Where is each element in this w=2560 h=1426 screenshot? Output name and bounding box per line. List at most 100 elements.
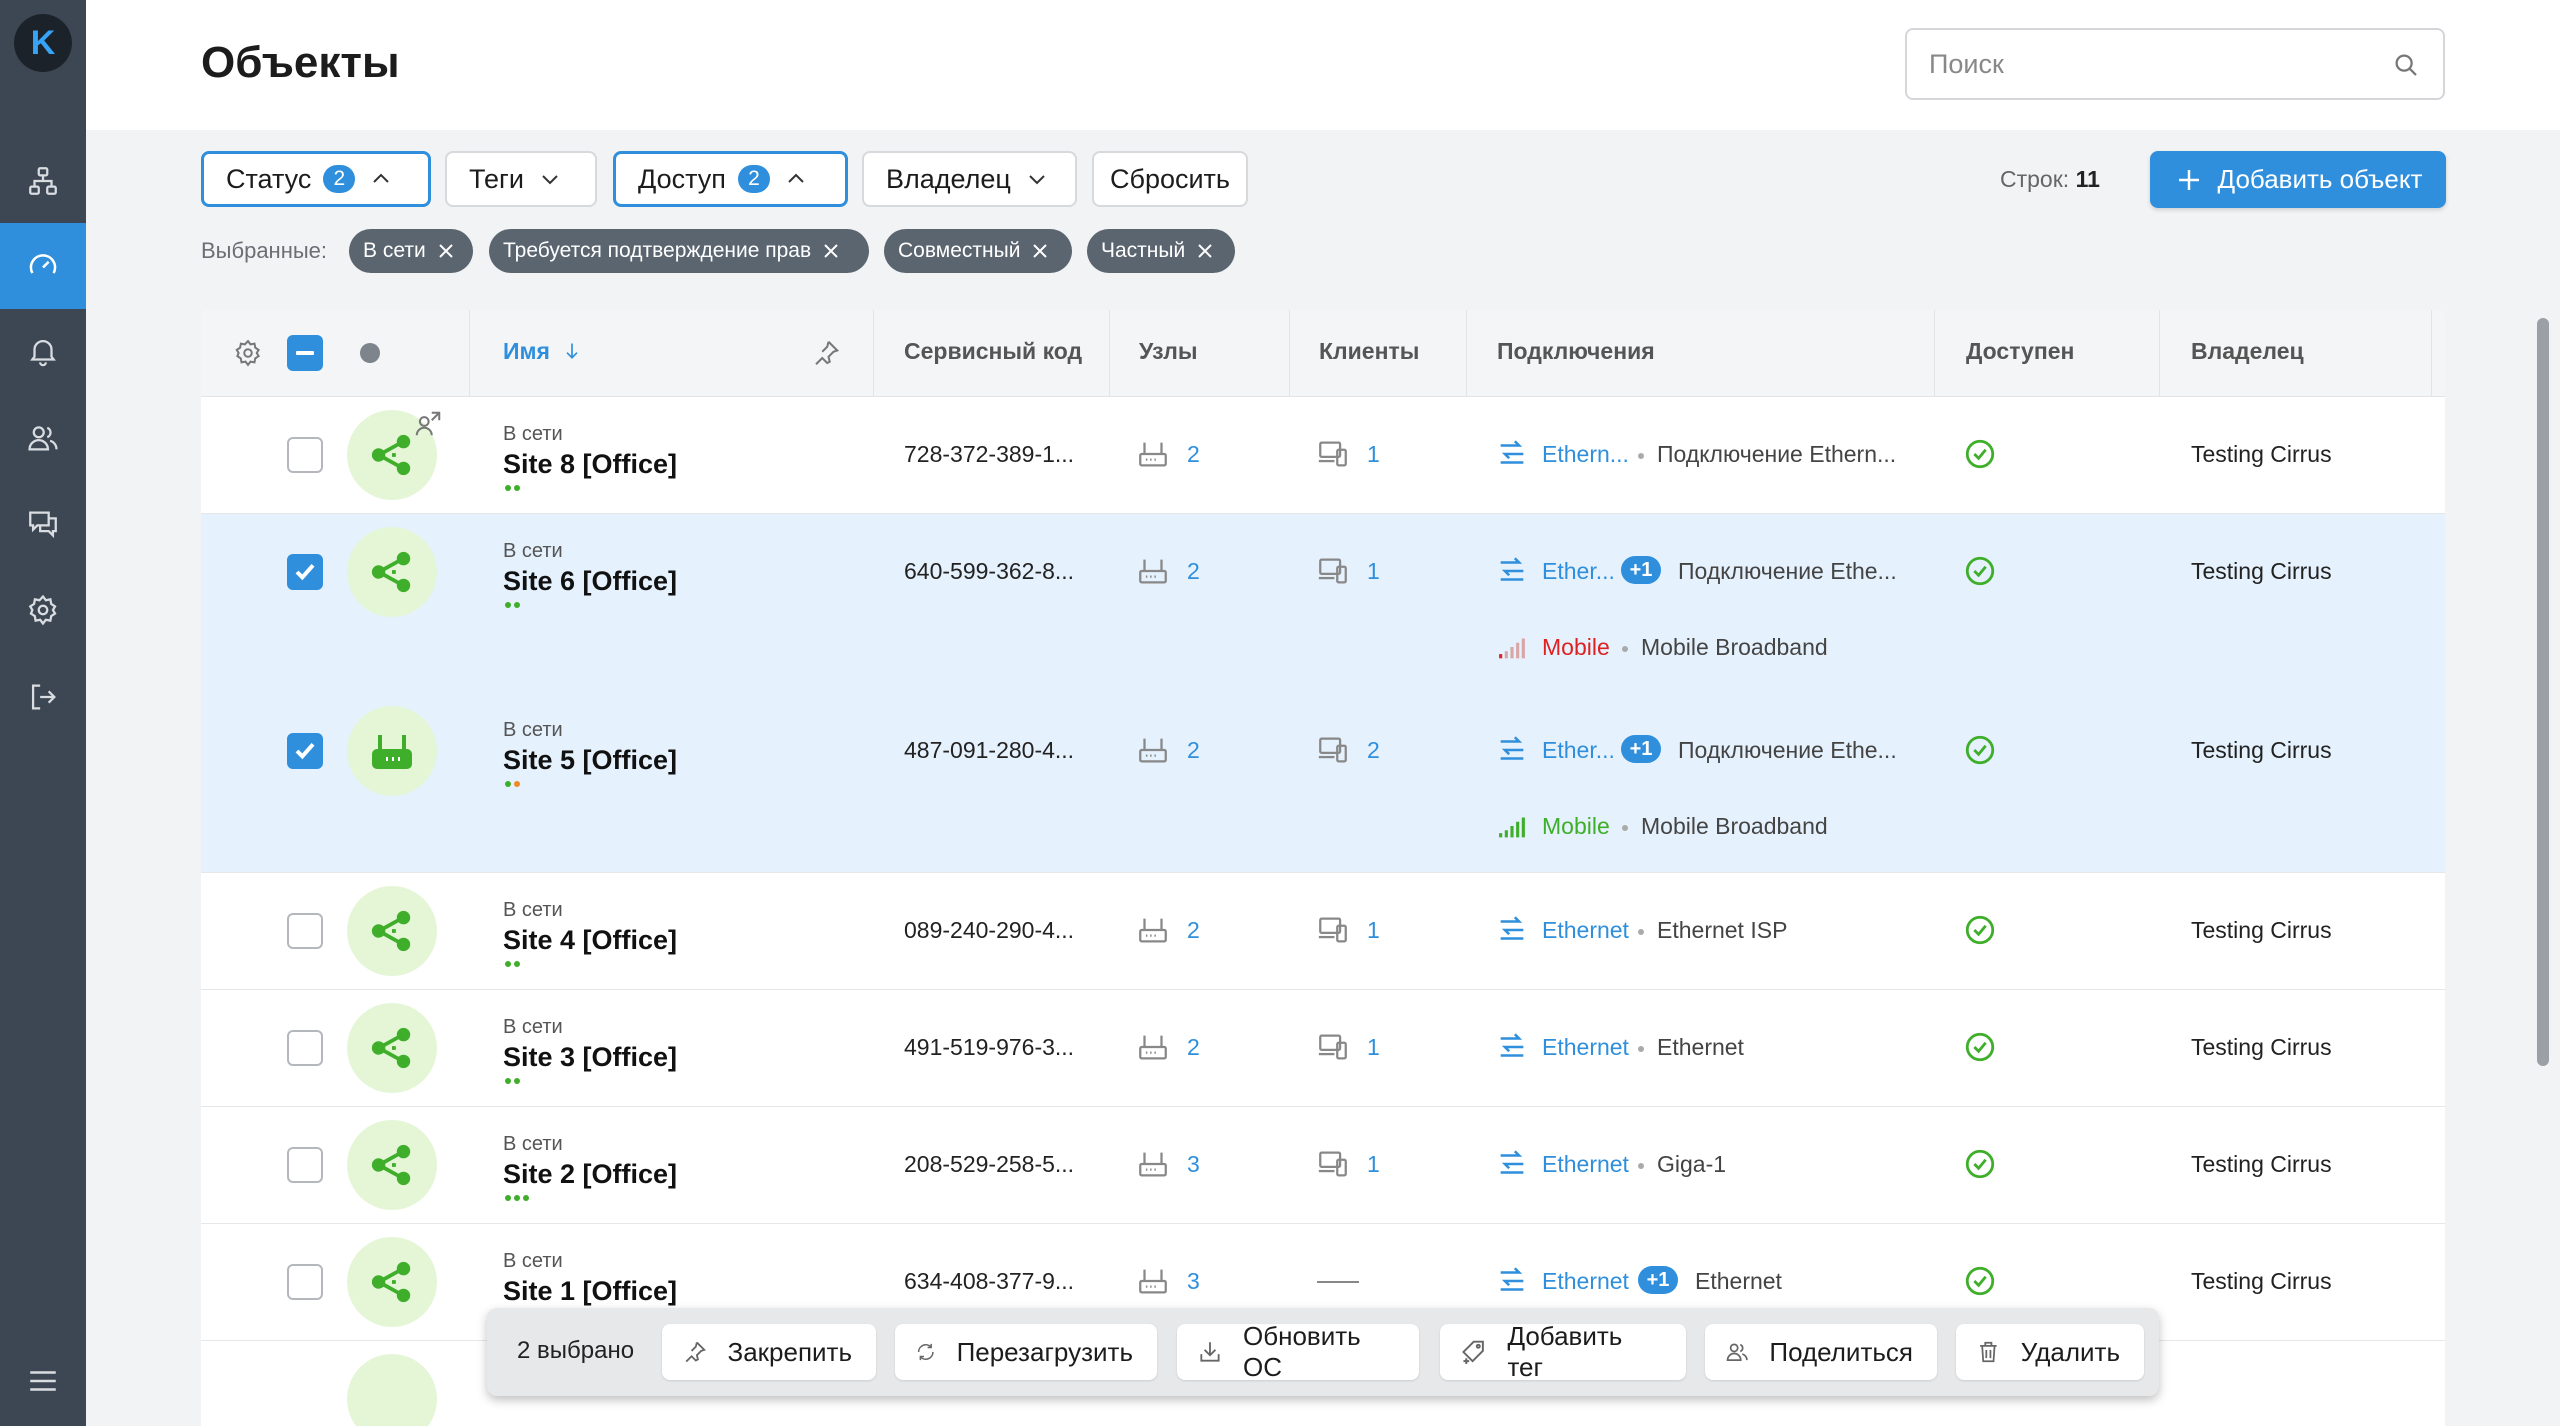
row-clients-count[interactable]: 1 (1367, 1151, 1380, 1178)
close-icon[interactable] (1028, 239, 1052, 263)
add-tag-button[interactable]: Добавить тег (1440, 1321, 1686, 1382)
nav-messages[interactable] (0, 481, 86, 567)
row-site-name[interactable]: Site 4 [Office] (503, 925, 677, 956)
nav-menu[interactable] (0, 1338, 86, 1424)
nav-users[interactable] (0, 395, 86, 481)
row-checkbox[interactable] (287, 1264, 323, 1300)
row-connection-type[interactable]: Ether... (1542, 558, 1615, 585)
close-icon[interactable] (1193, 239, 1217, 263)
row-nodes-count[interactable]: 2 (1187, 737, 1200, 764)
gear-icon[interactable] (233, 338, 263, 368)
site-network-icon (371, 1027, 411, 1069)
more-connections-badge[interactable]: +1 (1638, 1266, 1678, 1294)
column-owner[interactable]: Владелец (2191, 338, 2304, 365)
pin-button[interactable]: Закрепить (662, 1324, 876, 1380)
row-service-code: 089-240-290-4... (904, 917, 1075, 943)
nav-dashboard[interactable] (0, 223, 86, 309)
row-clients-count[interactable]: 1 (1367, 441, 1380, 468)
column-connections[interactable]: Подключения (1497, 338, 1655, 365)
row-status: В сети (503, 1133, 563, 1155)
nav-topology[interactable] (0, 138, 86, 224)
row-nodes-count[interactable]: 2 (1187, 917, 1200, 944)
filter-access[interactable]: Доступ 2 (613, 151, 848, 207)
row-site-name[interactable]: Site 6 [Office] (503, 566, 677, 597)
row-site-name[interactable]: Site 8 [Office] (503, 449, 677, 480)
share-button-label: Поделиться (1769, 1336, 1913, 1367)
row-connection-type[interactable]: Ethernet (1542, 1268, 1629, 1295)
row-nodes-count[interactable]: 3 (1187, 1268, 1200, 1295)
column-nodes[interactable]: Узлы (1139, 338, 1198, 365)
delete-button[interactable]: Удалить (1956, 1324, 2144, 1380)
row-checkbox[interactable] (287, 437, 323, 473)
row-checkbox[interactable] (287, 1030, 323, 1066)
row-checkbox[interactable] (287, 913, 323, 949)
row-checkbox[interactable] (287, 733, 323, 769)
table-row[interactable]: В сети Site 4 [Office] 089-240-290-4... … (201, 873, 2445, 990)
row-site-name[interactable]: Site 5 [Office] (503, 745, 677, 776)
node-dot (514, 602, 520, 608)
pin-icon[interactable] (811, 338, 841, 368)
delete-button-label: Удалить (2020, 1336, 2120, 1367)
column-available[interactable]: Доступен (1966, 338, 2074, 365)
row-clients-count[interactable]: 1 (1367, 917, 1380, 944)
row-connection-type[interactable]: Ethernet (1542, 917, 1629, 944)
selected-tag-label: В сети (363, 239, 426, 262)
objects-table: Имя Сервисный код Узлы Клиенты Подключен… (201, 310, 2445, 1426)
search-input[interactable] (1927, 48, 2371, 81)
row-site-name[interactable]: Site 2 [Office] (503, 1159, 677, 1190)
row-clients-count[interactable]: 1 (1367, 558, 1380, 585)
arrow-down-icon (566, 343, 578, 359)
more-connections-badge[interactable]: +1 (1621, 556, 1661, 584)
row-nodes-count[interactable]: 2 (1187, 558, 1200, 585)
row-clients-count[interactable]: 1 (1367, 1034, 1380, 1061)
select-all-checkbox[interactable] (287, 335, 323, 371)
search-icon[interactable] (2391, 50, 2421, 80)
table-row[interactable]: В сети Site 3 [Office] 491-519-976-3... … (201, 990, 2445, 1107)
row-nodes-count[interactable]: 2 (1187, 441, 1200, 468)
row-connection-type[interactable]: Ethern... (1542, 441, 1629, 468)
filter-status-label: Статус (226, 163, 312, 194)
row-connection-name: Giga-1 (1657, 1151, 1727, 1177)
row-status: В сети (503, 1016, 563, 1038)
update-os-button[interactable]: Обновить ОС (1177, 1321, 1419, 1382)
table-row[interactable]: В сети Site 6 [Office] 640-599-362-8... … (201, 514, 2445, 693)
nav-settings[interactable] (0, 567, 86, 653)
filter-status[interactable]: Статус 2 (201, 151, 431, 207)
row-site-name[interactable]: Site 3 [Office] (503, 1042, 677, 1073)
close-icon[interactable] (434, 239, 458, 263)
column-clients[interactable]: Клиенты (1319, 338, 1419, 365)
filter-owner[interactable]: Владелец (862, 151, 1077, 207)
nav-logout[interactable] (0, 654, 86, 740)
row-connection-type-2[interactable]: Mobile (1542, 634, 1610, 661)
share-button[interactable]: Поделиться (1705, 1324, 1937, 1380)
row-checkbox[interactable] (287, 1147, 323, 1183)
router-device-icon (372, 735, 412, 769)
ethernet-icon (1500, 1150, 1524, 1174)
filter-tags[interactable]: Теги (445, 151, 597, 207)
row-nodes-count[interactable]: 2 (1187, 1034, 1200, 1061)
search-box[interactable] (1905, 28, 2445, 100)
reboot-button[interactable]: Перезагрузить (895, 1324, 1157, 1380)
row-connection-type[interactable]: Ethernet (1542, 1034, 1629, 1061)
table-row[interactable]: В сети Site 2 [Office] 208-529-258-5... … (201, 1107, 2445, 1224)
more-connections-badge[interactable]: +1 (1621, 735, 1661, 763)
reset-button[interactable]: Сбросить (1092, 151, 1248, 207)
add-object-button[interactable]: Добавить объект (2150, 151, 2446, 208)
nav-notifications[interactable] (0, 308, 86, 394)
scrollbar-thumb[interactable] (2537, 318, 2549, 1066)
devices-icon (1318, 737, 1347, 763)
row-site-name[interactable]: Site 1 [Office] (503, 1276, 677, 1307)
close-icon[interactable] (819, 239, 843, 263)
row-nodes-count[interactable]: 3 (1187, 1151, 1200, 1178)
column-service-code[interactable]: Сервисный код (904, 338, 1082, 365)
column-name[interactable]: Имя (503, 338, 582, 365)
node-dot (505, 1078, 511, 1084)
table-row[interactable]: В сети Site 5 [Office] 487-091-280-4... … (201, 693, 2445, 873)
row-connection-type-2[interactable]: Mobile (1542, 813, 1610, 840)
row-checkbox[interactable] (287, 554, 323, 590)
row-clients-count[interactable]: 2 (1367, 737, 1380, 764)
row-connection-type[interactable]: Ethernet (1542, 1151, 1629, 1178)
row-connection-type[interactable]: Ether... (1542, 737, 1615, 764)
app-logo[interactable]: K (14, 14, 72, 72)
table-row[interactable]: В сети Site 8 [Office] 728-372-389-1... … (201, 397, 2445, 514)
